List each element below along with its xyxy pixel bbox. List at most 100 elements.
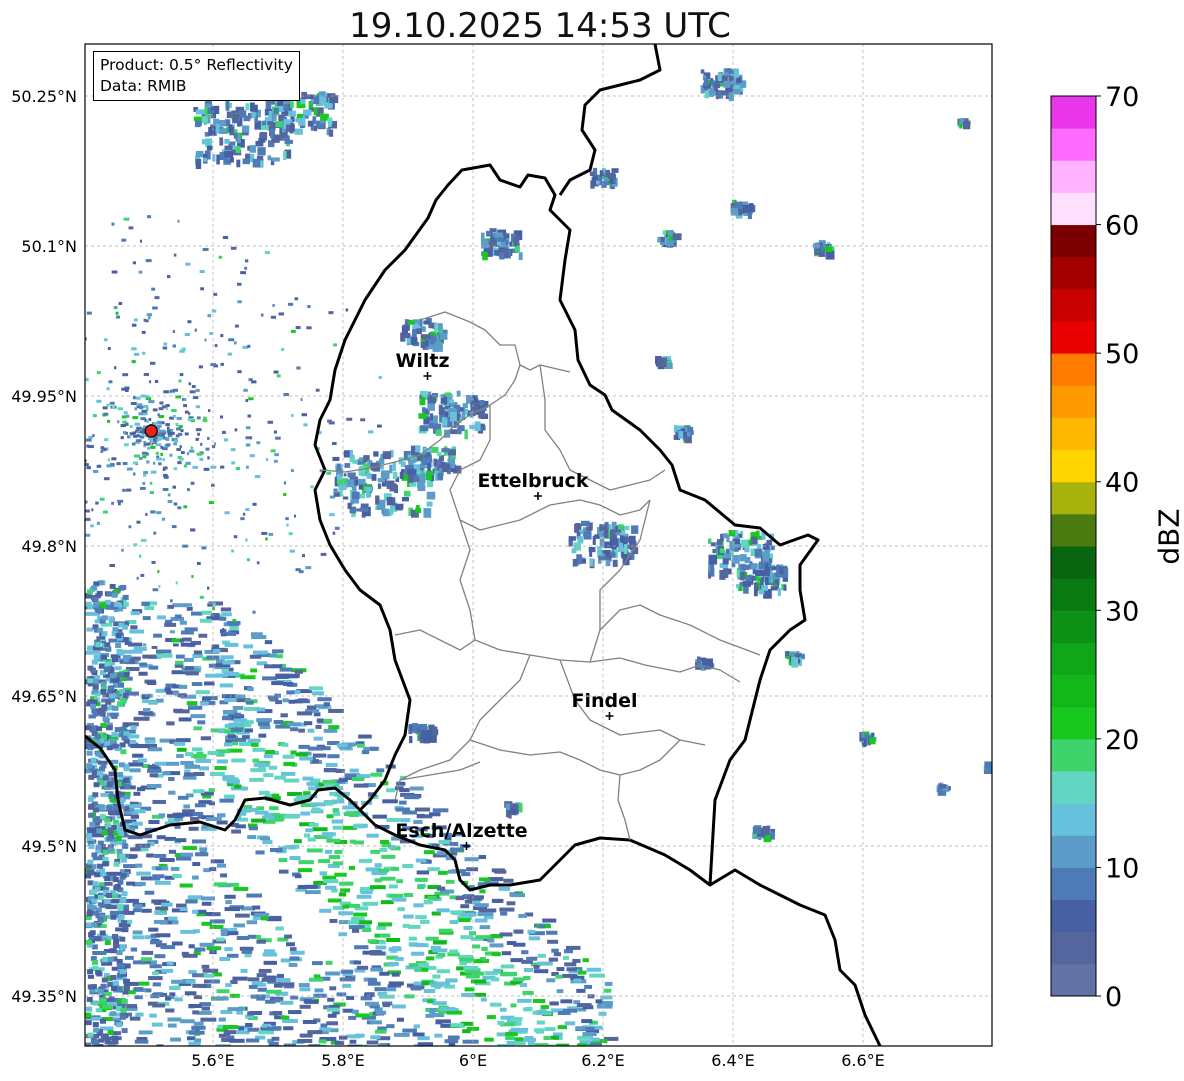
echo-pixel: [49, 328, 55, 331]
echo-pixel: [370, 1020, 382, 1025]
echo-pixel: [183, 464, 188, 468]
echo-pixel: [168, 790, 176, 795]
echo-pixel: [421, 407, 426, 413]
echo-pixel: [425, 956, 435, 961]
echo-pixel: [246, 465, 249, 469]
echo-pixel: [248, 984, 258, 989]
echo-pixel: [190, 816, 200, 821]
echo-pixel: [296, 711, 313, 716]
echo-pixel: [117, 672, 124, 678]
echo-pixel: [85, 438, 92, 442]
echo-pixel: [133, 454, 140, 458]
echo-pixel: [364, 486, 373, 492]
echo-pixel: [133, 352, 140, 356]
echo-pixel: [39, 436, 44, 439]
echo-pixel: [308, 746, 324, 751]
echo-pixel: [228, 124, 233, 132]
echo-pixel: [140, 876, 152, 881]
echo-pixel: [232, 705, 244, 710]
echo-pixel: [218, 129, 228, 134]
echo-pixel: [136, 576, 139, 580]
echo-pixel: [284, 139, 293, 144]
echo-pixel: [323, 728, 338, 733]
echo-pixel: [146, 853, 154, 858]
echo-pixel: [762, 825, 770, 835]
echo-pixel: [160, 445, 164, 449]
colorbar-tick-label: 50: [1105, 339, 1139, 370]
echo-pixel: [199, 942, 215, 947]
echo-pixel: [181, 347, 186, 351]
echo-pixel: [182, 845, 198, 850]
echo-pixel: [167, 1023, 177, 1028]
echo-pixel: [426, 491, 436, 500]
echo-pixel: [205, 817, 222, 822]
echo-pixel: [258, 733, 267, 738]
echo-pixel: [136, 871, 151, 876]
echo-pixel: [505, 1036, 515, 1041]
echo-pixel: [283, 762, 296, 767]
echo-pixel: [58, 340, 62, 343]
echo-pixel: [319, 908, 332, 913]
echo-pixel: [167, 604, 174, 609]
echo-pixel: [140, 538, 147, 542]
colorbar-tick-label: 30: [1105, 596, 1139, 627]
echo-pixel: [183, 804, 191, 809]
echo-pixel: [250, 994, 266, 999]
echo-pixel: [581, 1019, 593, 1024]
echo-pixel: [85, 1042, 92, 1046]
echo-pixel: [533, 969, 549, 974]
echo-pixel: [146, 419, 150, 423]
echo-pixel: [85, 509, 90, 513]
lat-tick-label: 49.5°N: [21, 837, 77, 856]
echo-pixel: [52, 512, 57, 515]
echo-pixel: [288, 962, 298, 967]
echo-pixel: [195, 159, 202, 169]
echo-pixel: [506, 1040, 515, 1045]
echo-pixel: [72, 432, 75, 435]
echo-pixel: [276, 674, 289, 679]
echo-pixel: [227, 931, 239, 936]
echo-pixel: [192, 862, 201, 867]
echo-pixel: [334, 526, 340, 530]
echo-pixel: [156, 511, 162, 515]
echo-pixel: [237, 370, 242, 374]
echo-pixel: [133, 716, 150, 721]
echo-pixel: [169, 453, 173, 457]
echo-pixel: [764, 566, 770, 577]
echo-pixel: [151, 645, 158, 649]
echo-pixel: [145, 739, 156, 744]
echo-pixel: [111, 457, 117, 461]
echo-pixel: [90, 889, 97, 895]
echo-pixel: [356, 965, 369, 970]
echo-pixel: [273, 430, 277, 434]
echo-pixel: [262, 676, 278, 681]
echo-pixel: [428, 1008, 437, 1013]
echo-pixel: [142, 455, 147, 459]
echo-pixel: [556, 967, 565, 972]
echo-pixel: [417, 885, 425, 890]
echo-pixel: [271, 681, 284, 686]
echo-pixel: [275, 926, 284, 931]
echo-pixel: [101, 615, 108, 621]
echo-pixel: [133, 472, 136, 476]
echo-pixel: [776, 569, 780, 578]
echo-pixel: [256, 973, 267, 978]
echo-pixel: [308, 822, 319, 827]
echo-pixel: [297, 1038, 313, 1043]
colorbar-tick-label: 10: [1105, 853, 1139, 884]
echo-pixel: [393, 1032, 410, 1037]
echo-pixel: [246, 558, 250, 562]
echo-pixel: [73, 285, 79, 288]
echo-pixel: [91, 852, 98, 858]
echo-pixel: [152, 971, 159, 976]
echo-pixel: [173, 253, 177, 257]
echo-pixel: [356, 894, 372, 899]
echo-pixel: [208, 127, 217, 136]
echo-pixel: [90, 757, 97, 763]
echo-pixel: [109, 583, 116, 589]
echo-pixel: [116, 848, 123, 854]
echo-pixel: [87, 984, 94, 990]
echo-pixel: [312, 827, 328, 832]
echo-pixel: [351, 776, 365, 781]
echo-pixel: [115, 633, 122, 639]
